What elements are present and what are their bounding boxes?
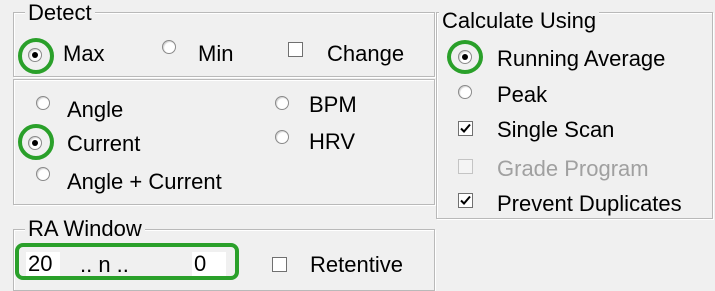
checkmark-icon (460, 195, 471, 205)
angle-label[interactable]: Angle (67, 98, 123, 122)
calculate-groupbox (436, 12, 713, 219)
angle-current-label[interactable]: Angle + Current (67, 170, 222, 194)
prevent-duplicates-label[interactable]: Prevent Duplicates (497, 192, 682, 216)
max-highlight-ring (18, 38, 54, 74)
detect-legend: Detect (25, 2, 95, 24)
grade-program-checkbox-box (458, 159, 473, 174)
retentive-checkbox-box[interactable] (272, 257, 287, 272)
retentive-label[interactable]: Retentive (310, 253, 403, 277)
hrv-label[interactable]: HRV (309, 130, 355, 154)
change-checkbox-box[interactable] (288, 42, 303, 57)
grade-program-label: Grade Program (497, 156, 649, 181)
single-scan-label[interactable]: Single Scan (497, 118, 614, 142)
ra-window-highlight-box (15, 243, 239, 280)
peak-radio-button[interactable] (458, 85, 472, 99)
angle-radio-button[interactable] (36, 96, 50, 110)
max-label[interactable]: Max (63, 42, 105, 66)
current-highlight-ring (18, 124, 54, 160)
checkmark-icon (460, 123, 471, 133)
hrv-radio-button[interactable] (275, 130, 289, 144)
running-average-label[interactable]: Running Average (497, 47, 665, 71)
prevent-duplicates-checkbox-box[interactable] (458, 193, 473, 208)
calculate-legend: Calculate Using (439, 10, 600, 32)
single-scan-checkbox-box[interactable] (458, 121, 473, 136)
min-label[interactable]: Min (198, 42, 233, 66)
min-radio-button[interactable] (162, 40, 176, 54)
bpm-label[interactable]: BPM (309, 93, 357, 117)
running-average-highlight-ring (447, 40, 483, 74)
peak-label[interactable]: Peak (497, 83, 547, 107)
angle-current-radio-button[interactable] (36, 167, 50, 181)
current-label[interactable]: Current (67, 132, 140, 156)
bpm-radio-button[interactable] (275, 96, 289, 110)
change-label[interactable]: Change (327, 42, 404, 66)
ra-window-legend: RA Window (25, 218, 145, 240)
